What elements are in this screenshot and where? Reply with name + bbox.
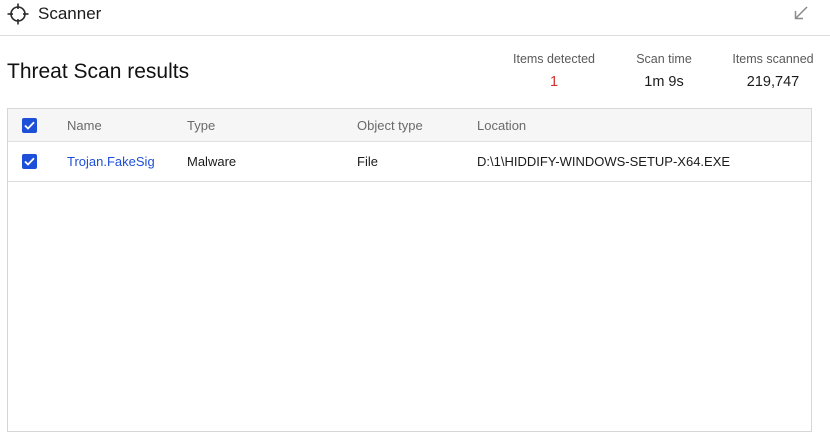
scan-time-stat: Scan time 1m 9s [628, 52, 700, 90]
checkmark-icon [24, 121, 35, 130]
select-all-cell [22, 109, 37, 141]
items-scanned-label: Items scanned [732, 52, 814, 66]
header-object-type[interactable]: Object type [357, 109, 423, 141]
window-title: Scanner [38, 4, 102, 23]
select-all-checkbox[interactable] [22, 117, 37, 133]
threat-object-type: File [357, 154, 378, 169]
minimize-arrow-icon[interactable] [792, 4, 810, 22]
page-title: Threat Scan results [7, 60, 190, 83]
row-checkbox[interactable] [22, 154, 37, 169]
items-detected-stat: Items detected 1 [508, 52, 600, 90]
items-scanned-value: 219,747 [746, 74, 800, 90]
table-header: Name Type Object type Location [8, 109, 811, 142]
title-bar: Scanner [0, 0, 830, 36]
header-name[interactable]: Name [67, 109, 102, 141]
items-detected-value: 1 [549, 74, 559, 90]
threat-type: Malware [187, 154, 237, 169]
crosshair-icon [7, 3, 29, 25]
header-location[interactable]: Location [477, 109, 526, 141]
items-detected-label: Items detected [513, 52, 595, 66]
scan-time-label: Scan time [636, 52, 692, 66]
threat-name-link[interactable]: Trojan.FakeSig [67, 142, 155, 181]
checkmark-icon [24, 157, 35, 166]
header-type[interactable]: Type [187, 109, 215, 141]
table-row[interactable]: Trojan.FakeSig Malware File D:\1\HIDDIFY… [8, 142, 811, 182]
results-table: Name Type Object type Location Trojan.Fa… [7, 108, 812, 432]
scan-time-value: 1m 9s [644, 74, 684, 90]
row-check-cell [22, 142, 37, 181]
items-scanned-stat: Items scanned 219,747 [728, 52, 818, 90]
threat-location: D:\1\HIDDIFY-WINDOWS-SETUP-X64.EXE [477, 154, 731, 169]
